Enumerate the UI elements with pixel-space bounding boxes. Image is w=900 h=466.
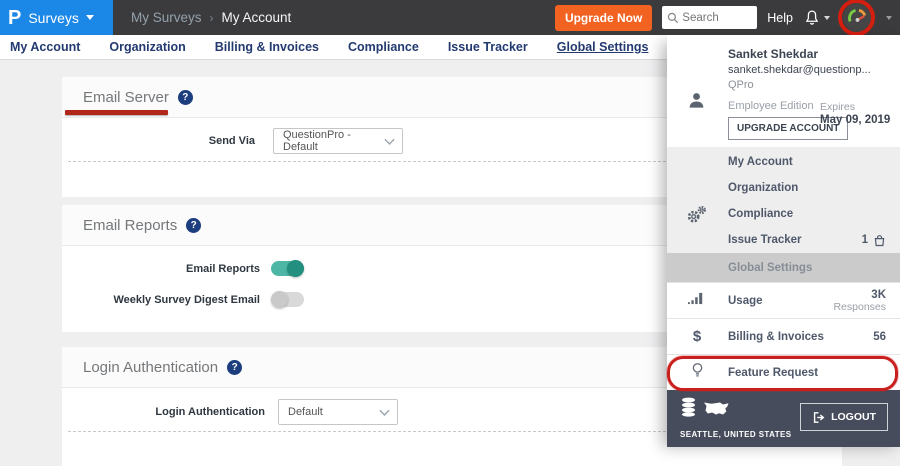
panel-item-label: Billing & Invoices — [728, 331, 824, 343]
weekly-digest-toggle[interactable] — [271, 292, 304, 307]
dollar-icon: $ — [684, 328, 710, 345]
panel-item-label: My Account — [728, 156, 793, 168]
panel-item-label: Issue Tracker — [728, 234, 802, 246]
search-icon — [667, 11, 679, 29]
panel-item-usage[interactable]: Usage 3K Responses — [667, 282, 900, 318]
server-icon — [680, 397, 697, 417]
panel-item-label: Organization — [728, 182, 798, 194]
footer-icons — [680, 397, 730, 417]
breadcrumb-separator-icon: › — [210, 11, 214, 25]
logout-label: LOGOUT — [831, 411, 876, 423]
chevron-down-icon — [379, 409, 390, 417]
panel-item-issue-tracker[interactable]: Issue Tracker 1 — [667, 227, 900, 253]
user-email: sanket.shekdar@questionp... — [728, 64, 900, 76]
expires-block: Expires May 09, 2019 — [820, 101, 892, 126]
email-reports-toggle[interactable] — [271, 261, 304, 276]
tab-my-account[interactable]: My Account — [10, 36, 80, 58]
section-title: Login Authentication — [83, 359, 218, 376]
chevron-down-icon — [824, 16, 830, 20]
usage-sub: Responses — [833, 301, 886, 313]
panel-item-label: Feature Request — [728, 367, 818, 379]
tab-billing-invoices[interactable]: Billing & Invoices — [215, 36, 319, 58]
notifications-button[interactable] — [803, 8, 830, 27]
questionpro-logo-icon: P — [8, 8, 21, 28]
breadcrumb: My Surveys › My Account — [131, 10, 291, 25]
billing-value-block: 56 — [873, 331, 886, 343]
billing-value: 56 — [873, 331, 886, 343]
panel-item-my-account[interactable]: My Account — [667, 149, 900, 175]
usa-map-icon — [703, 400, 730, 417]
bag-icon — [873, 234, 886, 247]
breadcrumb-my-surveys[interactable]: My Surveys — [131, 10, 202, 25]
panel-item-organization[interactable]: Organization — [667, 175, 900, 201]
breadcrumb-my-account: My Account — [222, 10, 292, 25]
bar-chart-icon — [684, 291, 710, 310]
top-bar: P Surveys My Surveys › My Account Upgrad… — [0, 0, 900, 35]
panel-item-label: Global Settings — [728, 262, 812, 274]
panel-footer: SEATTLE, UNITED STATES LOGOUT — [667, 390, 900, 447]
help-link[interactable]: Help — [767, 11, 793, 25]
bell-icon — [803, 8, 821, 27]
chevron-down-icon — [86, 15, 94, 20]
panel-item-label: Compliance — [728, 208, 793, 220]
panel-item-feature-request[interactable]: Feature Request — [667, 354, 900, 390]
help-icon[interactable]: ? — [186, 218, 201, 233]
panel-menu: My Account Organization Compliance Issue… — [667, 147, 900, 282]
email-reports-label: Email Reports — [62, 263, 260, 275]
account-dropdown-panel: Sanket Shekdar sanket.shekdar@questionp.… — [667, 35, 900, 440]
tab-organization[interactable]: Organization — [109, 36, 185, 58]
tab-compliance[interactable]: Compliance — [348, 36, 419, 58]
app-root: P Surveys My Surveys › My Account Upgrad… — [0, 0, 900, 466]
logout-button[interactable]: LOGOUT — [800, 403, 888, 431]
annotation-red-underline — [65, 110, 168, 115]
send-via-label: Send Via — [62, 135, 255, 147]
panel-item-compliance[interactable]: Compliance — [667, 201, 900, 227]
chevron-down-icon — [886, 16, 892, 20]
section-title: Email Reports — [83, 217, 177, 234]
logout-icon — [812, 411, 825, 424]
person-icon — [687, 91, 706, 115]
gears-icon — [686, 205, 707, 229]
issue-tracker-count: 1 — [862, 234, 886, 247]
search-box — [662, 6, 757, 29]
panel-stats: Usage 3K Responses $ Billing & Invoices … — [667, 282, 900, 390]
send-via-value: QuestionPro - Default — [283, 129, 378, 153]
login-auth-value: Default — [288, 406, 323, 418]
usage-value-block: 3K Responses — [833, 289, 886, 313]
send-via-select[interactable]: QuestionPro - Default — [273, 128, 403, 154]
user-org: QPro — [728, 79, 900, 91]
topbar-right-group: Upgrade Now Help — [555, 0, 900, 35]
tab-global-settings[interactable]: Global Settings — [557, 36, 649, 58]
panel-item-label: Usage — [728, 295, 763, 307]
tab-issue-tracker[interactable]: Issue Tracker — [448, 36, 528, 58]
panel-user-section: Sanket Shekdar sanket.shekdar@questionp.… — [667, 35, 900, 147]
toggle-knob — [287, 260, 304, 277]
help-icon[interactable]: ? — [178, 90, 193, 105]
login-auth-select[interactable]: Default — [278, 399, 398, 425]
lightbulb-icon — [684, 362, 710, 384]
toggle-knob — [271, 291, 288, 308]
user-name: Sanket Shekdar — [728, 47, 900, 61]
panel-item-billing[interactable]: $ Billing & Invoices 56 — [667, 318, 900, 354]
section-title: Email Server — [83, 89, 169, 106]
panel-item-global-settings[interactable]: Global Settings — [667, 253, 900, 282]
chevron-down-icon — [384, 138, 395, 146]
footer-location: SEATTLE, UNITED STATES — [680, 430, 791, 439]
product-label: Surveys — [28, 10, 79, 26]
expires-label: Expires — [820, 101, 892, 113]
weekly-digest-label: Weekly Survey Digest Email — [62, 294, 260, 306]
expires-date: May 09, 2019 — [820, 114, 892, 126]
account-avatar-button[interactable] — [840, 0, 876, 35]
login-auth-label: Login Authentication — [62, 406, 265, 418]
upgrade-now-button[interactable]: Upgrade Now — [555, 5, 652, 31]
usage-value: 3K — [833, 289, 886, 301]
issue-count-value: 1 — [862, 234, 868, 246]
surveys-product-menu[interactable]: P Surveys — [0, 0, 113, 35]
avatar-gauge-icon — [843, 3, 872, 32]
help-icon[interactable]: ? — [227, 360, 242, 375]
